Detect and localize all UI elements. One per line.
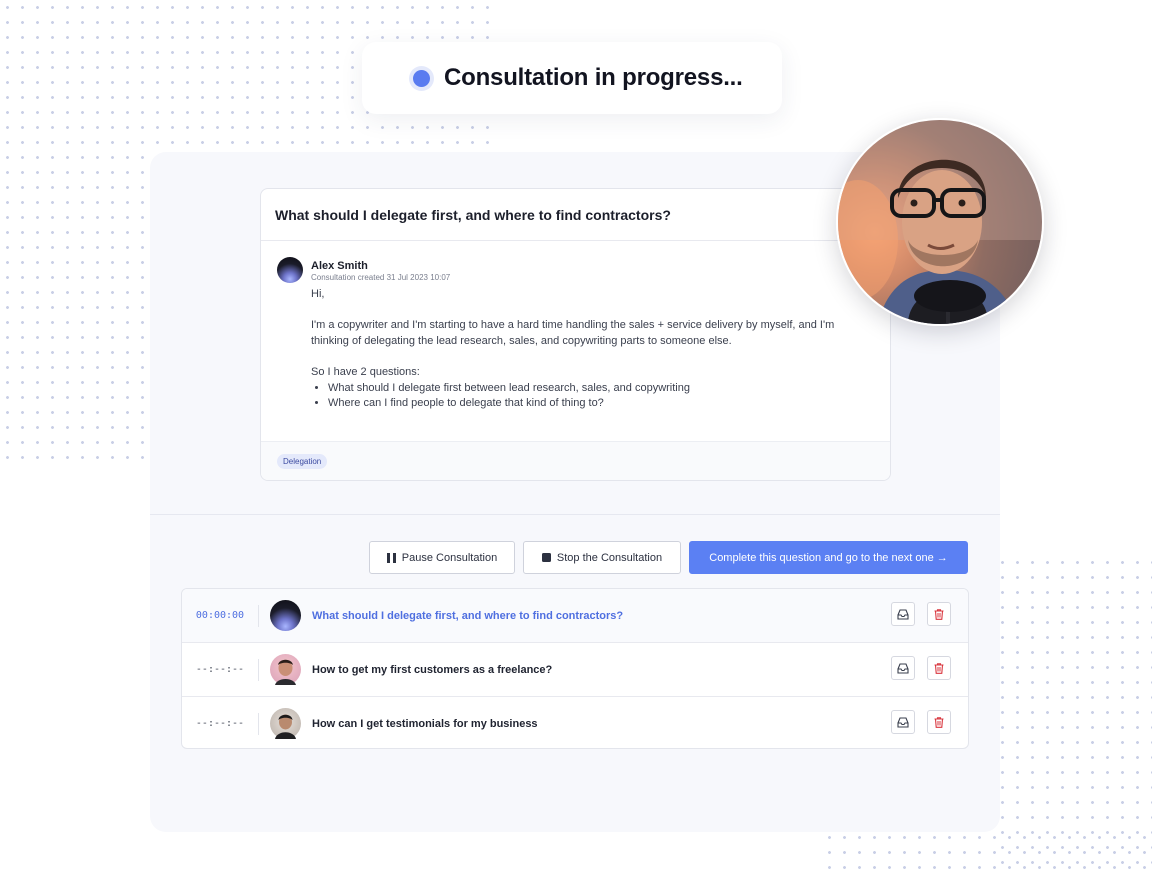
pause-icon — [386, 552, 396, 563]
question-card: What should I delegate first, and where … — [260, 188, 891, 481]
status-dot-icon — [413, 69, 430, 87]
question-text[interactable]: What should I delegate first, and where … — [312, 610, 968, 622]
archive-tray-icon — [897, 608, 909, 620]
message-bullet: Where can I find people to delegate that… — [328, 396, 874, 412]
status-title: Consultation in progress... — [444, 64, 743, 91]
stop-icon — [541, 553, 551, 562]
question-body: Alex Smith Consultation created 31 Jul 2… — [261, 241, 890, 412]
archive-button[interactable] — [891, 710, 915, 734]
pause-consultation-button[interactable]: Pause Consultation — [369, 541, 515, 574]
message-bullet: What should I delegate first between lea… — [328, 381, 874, 397]
pause-label: Pause Consultation — [401, 551, 498, 564]
author-row: Alex Smith Consultation created 31 Jul 2… — [277, 257, 874, 283]
stop-label: Stop the Consultation — [556, 551, 663, 564]
host-video-bubble — [836, 118, 1044, 326]
avatar — [270, 654, 301, 685]
trash-icon — [934, 662, 944, 674]
question-row[interactable]: --:--:-- How to get my first customers a… — [182, 643, 968, 697]
message-bullet-list: What should I delegate first between lea… — [311, 381, 874, 412]
message-intro: So I have 2 questions: — [311, 365, 420, 378]
complete-label: Complete this question and go to the nex… — [709, 551, 948, 564]
delete-button[interactable] — [927, 710, 951, 734]
archive-button[interactable] — [891, 602, 915, 626]
row-divider — [258, 658, 259, 681]
delete-button[interactable] — [927, 602, 951, 626]
question-title: What should I delegate first, and where … — [261, 189, 890, 241]
host-video-frame — [838, 120, 1042, 324]
question-timer: --:--:-- — [195, 718, 245, 729]
complete-question-button[interactable]: Complete this question and go to the nex… — [689, 541, 968, 574]
delete-button[interactable] — [927, 656, 951, 680]
archive-tray-icon — [897, 716, 909, 728]
message-greeting: Hi, — [311, 288, 325, 300]
question-timer: --:--:-- — [195, 664, 245, 675]
question-text[interactable]: How to get my first customers as a freel… — [312, 664, 968, 676]
avatar — [270, 600, 301, 631]
consultation-status-banner: Consultation in progress... — [362, 42, 782, 114]
avatar — [270, 708, 301, 739]
author-info: Alex Smith Consultation created 31 Jul 2… — [311, 257, 450, 283]
archive-button[interactable] — [891, 656, 915, 680]
question-text[interactable]: How can I get testimonials for my busine… — [312, 718, 968, 730]
row-divider — [258, 604, 259, 627]
row-divider — [258, 712, 259, 735]
trash-icon — [934, 608, 944, 620]
question-row[interactable]: 00:00:00 What should I delegate first, a… — [182, 589, 968, 643]
tag-badge[interactable]: Delegation — [277, 453, 328, 469]
question-timer: 00:00:00 — [195, 610, 245, 621]
author-name: Alex Smith — [311, 260, 368, 272]
message-paragraph: I'm a copywriter and I'm starting to hav… — [311, 319, 835, 347]
question-message: Hi, I'm a copywriter and I'm starting to… — [311, 287, 874, 412]
avatar — [277, 257, 303, 283]
question-queue: 00:00:00 What should I delegate first, a… — [181, 588, 969, 749]
trash-icon — [934, 716, 944, 728]
question-row[interactable]: --:--:-- How can I get testimonials for … — [182, 697, 968, 748]
archive-tray-icon — [897, 662, 909, 674]
question-footer: Delegation — [261, 441, 890, 480]
dot-pattern-bottom — [822, 830, 1152, 876]
stop-consultation-button[interactable]: Stop the Consultation — [523, 541, 681, 574]
author-meta: Consultation created 31 Jul 2023 10:07 — [311, 273, 451, 282]
panel-divider — [150, 514, 1000, 515]
dot-pattern-bottom-right — [995, 555, 1152, 876]
